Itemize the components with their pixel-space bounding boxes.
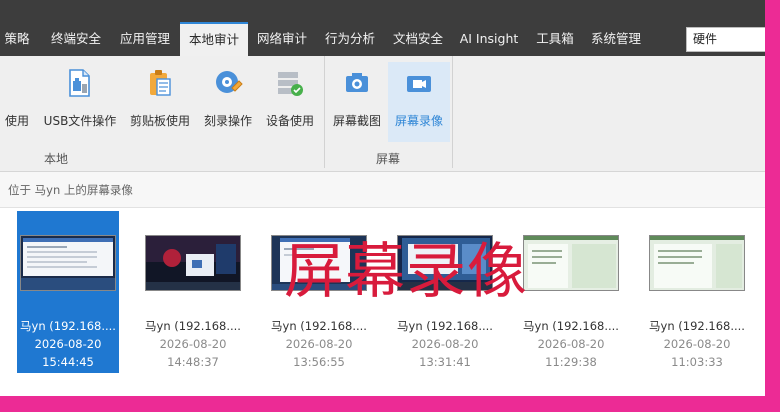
video-icon [407,76,431,92]
screenshot-label: 屏幕截图 [332,114,381,128]
usb-file-icon [69,69,90,97]
recording-name: 马yn (192.168.... [145,319,241,333]
overlay-caption: 屏幕录像 [284,237,528,307]
recording-date: 2026-08-20 [159,337,227,351]
top-nav: 策略 终端安全 应用管理 本地审计 网络审计 行为分析 文档安全 AI Insi… [0,0,765,56]
recording-time: 11:29:38 [545,355,597,369]
recording-thumbnail [145,235,241,291]
disc-burn-button[interactable]: 刻录操作 [198,62,258,142]
screenshot-button[interactable]: 屏幕截图 [328,62,386,142]
clipboard-icon [150,70,171,96]
group-label-local: 本地 [43,152,69,166]
group-label-screen: 屏幕 [375,152,401,166]
device-check-icon [278,72,303,96]
tab-document-security[interactable]: 文档安全 [384,22,452,56]
ribbon-group-divider [452,56,453,168]
search-input[interactable]: 硬件 [686,27,765,52]
tab-ai-insight[interactable]: AI Insight [452,22,526,56]
recording-card[interactable]: 马yn (192.168.... 2026-08-20 11:03:33 [646,211,748,373]
recording-date: 2026-08-20 [537,337,605,351]
camera-icon [346,73,368,92]
recording-card[interactable]: 马yn (192.168.... 2026-08-20 11:29:38 [520,211,622,373]
tab-policy[interactable]: 策略 [0,22,34,56]
recording-date: 2026-08-20 [285,337,353,351]
tab-system-management[interactable]: 系统管理 [584,22,648,56]
recording-thumbnail [20,235,116,291]
recording-thumbnail [649,235,745,291]
disc-burn-label: 刻录操作 [203,114,252,128]
recording-time: 14:48:37 [167,355,219,369]
tab-behavior-analysis[interactable]: 行为分析 [316,22,384,56]
disc-burn-icon [216,71,243,93]
device-usage-2-button[interactable]: 设备使用 [262,62,318,142]
device-usage-2-label: 设备使用 [265,114,314,128]
recording-name: 马yn (192.168.... [271,319,367,333]
recording-card[interactable]: 马yn (192.168.... 2026-08-20 15:44:45 [17,211,119,373]
breadcrumb: 位于 马yn 上的屏幕录像 [0,172,765,208]
screen-recording-button[interactable]: 屏幕录像 [388,62,450,142]
recording-time: 11:03:33 [671,355,723,369]
recording-time: 15:44:45 [42,355,94,369]
usb-file-operation-button[interactable]: USB文件操作 [40,62,120,142]
recording-time: 13:31:41 [419,355,471,369]
device-usage-button[interactable]: 使用 [0,62,34,142]
recording-card[interactable]: 马yn (192.168.... 2026-08-20 14:48:37 [142,211,244,373]
recording-date: 2026-08-20 [34,337,102,351]
tab-toolbox[interactable]: 工具箱 [528,22,582,56]
recording-name: 马yn (192.168.... [649,319,745,333]
usb-file-operation-label: USB文件操作 [43,114,117,128]
recording-thumbnail [523,235,619,291]
app-window: 策略 终端安全 应用管理 本地审计 网络审计 行为分析 文档安全 AI Insi… [0,0,765,396]
ribbon-toolbar: 使用 USB文件操作 剪贴板使用 刻录操作 设备使用 屏幕截图 屏幕录像 本地 … [0,56,765,172]
tab-endpoint-security[interactable]: 终端安全 [42,22,110,56]
recording-date: 2026-08-20 [411,337,479,351]
tab-app-management[interactable]: 应用管理 [111,22,179,56]
recording-time: 13:56:55 [293,355,345,369]
recording-name: 马yn (192.168.... [20,319,116,333]
recording-name: 马yn (192.168.... [523,319,619,333]
clipboard-usage-label: 剪贴板使用 [129,114,190,128]
recording-date: 2026-08-20 [663,337,731,351]
recording-name: 马yn (192.168.... [397,319,493,333]
clipboard-usage-button[interactable]: 剪贴板使用 [126,62,194,142]
device-usage-label: 使用 [4,114,29,128]
tab-local-audit[interactable]: 本地审计 [180,22,248,56]
tab-network-audit[interactable]: 网络审计 [248,22,316,56]
screen-recording-label: 屏幕录像 [394,114,443,128]
ribbon-group-divider [324,56,325,168]
